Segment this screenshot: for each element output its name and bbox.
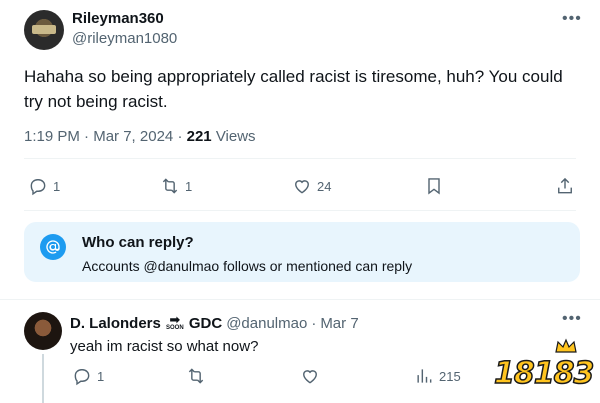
repost-icon xyxy=(162,178,178,194)
author-handle[interactable]: @rileyman1080 xyxy=(72,30,177,47)
site-watermark-logo: 18183 xyxy=(493,338,595,392)
meta-separator: · xyxy=(177,128,187,145)
more-horizontal-icon[interactable]: ••• xyxy=(562,310,582,328)
divider xyxy=(24,210,576,211)
avatar[interactable] xyxy=(24,10,64,50)
arrow-right-icon: ➡ xyxy=(169,312,181,327)
reply-count: 1 xyxy=(97,368,105,384)
reply-views-count: 215 xyxy=(439,368,461,384)
reply-restriction-notice: Who can reply? Accounts @danulmao follow… xyxy=(24,222,580,282)
repost-icon xyxy=(188,368,204,384)
bookmark-button[interactable] xyxy=(424,176,444,196)
reply-icon xyxy=(74,369,90,386)
avatar[interactable] xyxy=(24,312,62,350)
author-display-name[interactable]: Rileyman360 xyxy=(72,10,164,27)
post-time[interactable]: 1:19 PM xyxy=(24,128,80,145)
repost-button[interactable]: 1 xyxy=(160,176,192,196)
views-label: Views xyxy=(215,128,256,145)
views-count: 221 xyxy=(186,128,212,145)
like-button[interactable]: 24 xyxy=(292,176,331,196)
reply-icon xyxy=(30,179,46,196)
divider xyxy=(24,158,576,159)
heart-icon xyxy=(303,370,317,384)
main-post: Rileyman360 @rileyman1080 ••• Hahaha so … xyxy=(0,0,600,292)
post-text: Hahaha so being appropriately called rac… xyxy=(24,67,563,111)
repost-count: 1 xyxy=(185,178,193,194)
analytics-icon xyxy=(417,369,432,383)
like-count: 24 xyxy=(317,178,332,194)
reply-button[interactable]: 1 xyxy=(72,366,104,386)
reply-restriction-description: Accounts @danulmao follows or mentioned … xyxy=(82,258,413,274)
watermark-text: 18183 xyxy=(493,355,595,392)
reply-button[interactable]: 1 xyxy=(28,176,60,196)
soon-badge-icon: ➡ SOON xyxy=(165,312,185,332)
meta-separator: · xyxy=(311,314,317,332)
views-button[interactable]: 215 xyxy=(414,366,461,386)
crown-icon xyxy=(555,338,577,353)
share-button[interactable] xyxy=(555,176,575,196)
share-icon xyxy=(558,177,572,194)
heart-icon xyxy=(295,180,309,194)
reply-header: D. Lalonders ➡ SOON GDC @danulmao · Mar … xyxy=(70,312,359,332)
post-date[interactable]: Mar 7, 2024 xyxy=(93,128,173,145)
like-button[interactable] xyxy=(300,366,320,386)
bookmark-icon xyxy=(428,178,440,195)
repost-button[interactable] xyxy=(186,366,206,386)
reply-author-name-suffix[interactable]: GDC xyxy=(189,315,222,332)
reply-date[interactable]: Mar 7 xyxy=(320,315,358,332)
at-mention-icon xyxy=(40,234,66,260)
meta-separator: · xyxy=(84,128,94,145)
reply-restriction-title: Who can reply? xyxy=(82,234,194,251)
more-horizontal-icon[interactable]: ••• xyxy=(562,10,582,28)
soon-badge-text: SOON xyxy=(166,325,184,331)
thread-line xyxy=(42,354,44,403)
reply-author-handle[interactable]: @danulmao xyxy=(226,315,307,332)
post-meta: 1:19 PM · Mar 7, 2024 · 221 Views xyxy=(24,128,256,145)
reply-author-display-name[interactable]: D. Lalonders xyxy=(70,315,161,332)
reply-text: yeah im racist so what now? xyxy=(70,338,259,355)
reply-count: 1 xyxy=(53,178,61,194)
